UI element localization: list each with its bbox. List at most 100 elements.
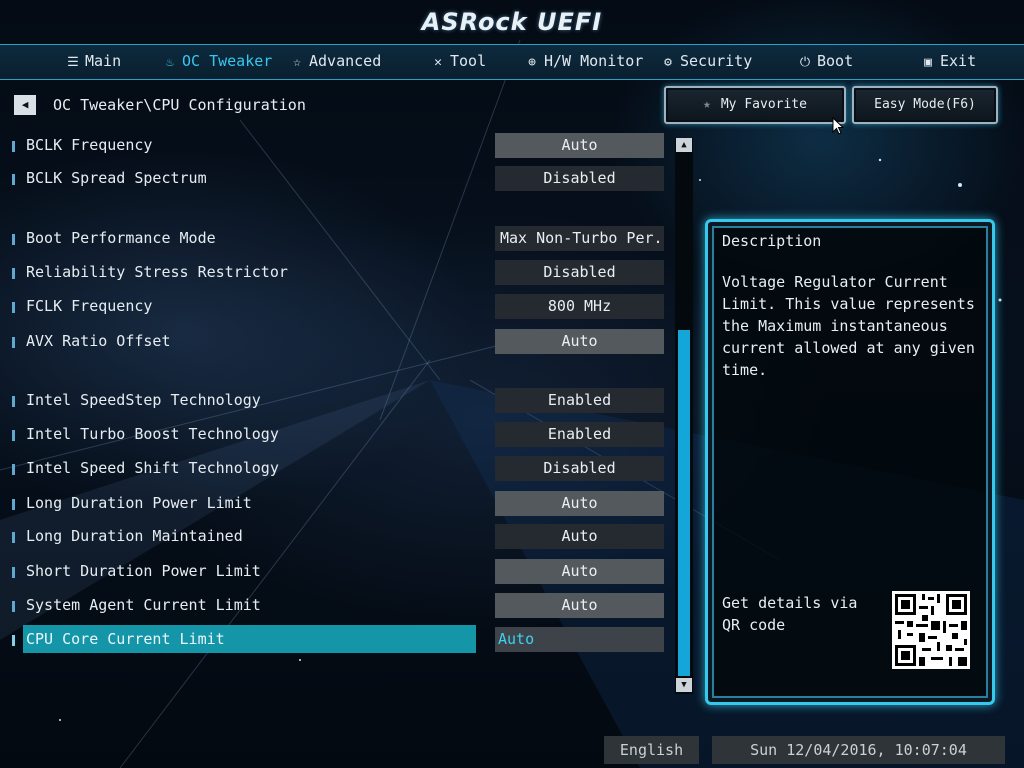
list-icon: ☰	[67, 55, 79, 70]
bullet-icon	[12, 302, 15, 313]
setting-row-selected[interactable]: CPU Core Current Limit Auto	[0, 625, 680, 654]
setting-value[interactable]: Auto	[495, 329, 664, 354]
bullet-icon	[12, 430, 15, 441]
setting-value[interactable]: Enabled	[495, 422, 664, 447]
my-favorite-button[interactable]: ★ My Favorite	[664, 86, 846, 124]
shield-icon: ⚙	[664, 55, 672, 70]
bullet-icon	[12, 464, 15, 475]
tools-icon: ✕	[434, 55, 442, 70]
setting-row[interactable]: Long Duration Maintained Auto	[0, 523, 680, 551]
setting-label: Long Duration Maintained	[26, 527, 243, 545]
setting-label: AVX Ratio Offset	[26, 332, 171, 350]
mouse-cursor-icon	[832, 116, 845, 139]
tab-label: Tool	[450, 52, 487, 70]
tab-hw-monitor[interactable]: ⊕ H/W Monitor	[524, 45, 643, 79]
setting-row[interactable]: System Agent Current Limit Auto	[0, 592, 680, 620]
language-button[interactable]: English	[604, 736, 699, 764]
power-icon: ⏻	[799, 55, 811, 70]
setting-value[interactable]: Auto	[495, 133, 664, 158]
setting-label: System Agent Current Limit	[26, 596, 261, 614]
setting-label: Short Duration Power Limit	[26, 562, 261, 580]
setting-label: Intel SpeedStep Technology	[26, 391, 261, 409]
setting-value[interactable]: Auto	[495, 491, 664, 516]
setting-value-input[interactable]: Auto	[495, 627, 664, 652]
setting-value[interactable]: Auto	[495, 593, 664, 618]
exit-icon: ▣	[924, 55, 932, 70]
setting-row[interactable]: Boot Performance Mode Max Non-Turbo Per.…	[0, 225, 680, 253]
tab-boot[interactable]: ⏻ Boot	[797, 45, 853, 79]
tab-label: Advanced	[309, 52, 382, 70]
setting-value[interactable]: Max Non-Turbo Per...	[495, 226, 664, 251]
setting-row[interactable]: BCLK Spread Spectrum Disabled	[0, 165, 680, 193]
setting-label: FCLK Frequency	[26, 297, 153, 315]
setting-value[interactable]: 800 MHz	[495, 294, 664, 319]
bullet-icon	[12, 141, 15, 152]
bullet-icon	[12, 268, 15, 279]
bullet-icon	[12, 234, 15, 245]
setting-label: BCLK Spread Spectrum	[26, 169, 207, 187]
qr-code-icon	[892, 591, 970, 669]
tab-tool[interactable]: ✕ Tool	[430, 45, 486, 79]
flame-icon: ♨	[166, 55, 174, 70]
breadcrumb: OC Tweaker\CPU Configuration	[53, 96, 306, 114]
tab-advanced[interactable]: ☆ Advanced	[289, 45, 381, 79]
setting-label: Reliability Stress Restrictor	[26, 263, 288, 281]
tab-label: Security	[680, 52, 753, 70]
back-button[interactable]: ◀	[14, 95, 36, 115]
scroll-up-arrow-icon[interactable]: ▲	[676, 138, 692, 152]
tab-label: Exit	[940, 52, 977, 70]
tab-oc-tweaker[interactable]: ♨ OC Tweaker	[162, 45, 272, 79]
tab-security[interactable]: ⚙ Security	[660, 45, 752, 79]
setting-value[interactable]: Enabled	[495, 388, 664, 413]
setting-label: BCLK Frequency	[26, 136, 153, 154]
qr-caption: Get details via QR code	[722, 594, 858, 634]
setting-value[interactable]: Disabled	[495, 456, 664, 481]
bullet-icon	[12, 499, 15, 510]
bullet-icon	[12, 532, 15, 543]
setting-label: Intel Speed Shift Technology	[26, 459, 279, 477]
description-title: Description	[722, 232, 822, 250]
setting-row[interactable]: Long Duration Power Limit Auto	[0, 490, 680, 518]
setting-row[interactable]: Reliability Stress Restrictor Disabled	[0, 259, 680, 287]
tab-label: H/W Monitor	[544, 52, 644, 70]
asrock-logo: ASRock UEFI	[421, 8, 603, 36]
bullet-icon	[12, 396, 15, 407]
setting-row[interactable]: FCLK Frequency 800 MHz	[0, 293, 680, 321]
setting-label: Boot Performance Mode	[26, 229, 216, 247]
datetime-display: Sun 12/04/2016, 10:07:04	[712, 736, 1005, 764]
bullet-icon	[12, 174, 15, 185]
setting-row[interactable]: Intel Speed Shift Technology Disabled	[0, 455, 680, 483]
bullet-icon	[12, 635, 15, 646]
setting-value[interactable]: Disabled	[495, 166, 664, 191]
easy-mode-button[interactable]: Easy Mode(F6)	[852, 86, 998, 124]
setting-row[interactable]: Short Duration Power Limit Auto	[0, 558, 680, 586]
setting-row[interactable]: AVX Ratio Offset Auto	[0, 328, 680, 356]
bullet-icon	[12, 337, 15, 348]
bullet-icon	[12, 567, 15, 578]
bullet-icon	[12, 601, 15, 612]
setting-value[interactable]: Disabled	[495, 260, 664, 285]
setting-label: Intel Turbo Boost Technology	[26, 425, 279, 443]
tab-label: Boot	[817, 52, 854, 70]
tab-label: Main	[85, 52, 122, 70]
setting-label: Long Duration Power Limit	[26, 494, 252, 512]
setting-value[interactable]: Auto	[495, 559, 664, 584]
star-icon: ☆	[293, 55, 301, 70]
tab-exit[interactable]: ▣ Exit	[920, 45, 976, 79]
setting-label: CPU Core Current Limit	[26, 630, 225, 648]
scroll-down-arrow-icon[interactable]: ▼	[676, 678, 692, 692]
tab-label: OC Tweaker	[182, 52, 273, 70]
setting-row[interactable]: BCLK Frequency Auto	[0, 132, 680, 160]
monitor-icon: ⊕	[528, 55, 536, 70]
header: ASRock UEFI	[0, 0, 1024, 44]
description-text: Voltage Regulator Current Limit. This va…	[722, 273, 975, 379]
scrollbar-thumb[interactable]	[678, 330, 690, 676]
setting-row[interactable]: Intel SpeedStep Technology Enabled	[0, 387, 680, 415]
setting-value[interactable]: Auto	[495, 524, 664, 549]
setting-row[interactable]: Intel Turbo Boost Technology Enabled	[0, 421, 680, 449]
main-nav: ☰ Main ♨ OC Tweaker ☆ Advanced ✕ Tool ⊕ H/W M…	[0, 44, 1024, 80]
my-favorite-label: My Favorite	[720, 97, 807, 112]
easy-mode-label: Easy Mode(F6)	[874, 97, 976, 112]
star-icon: ★	[703, 97, 711, 112]
tab-main[interactable]: ☰ Main	[65, 45, 121, 79]
